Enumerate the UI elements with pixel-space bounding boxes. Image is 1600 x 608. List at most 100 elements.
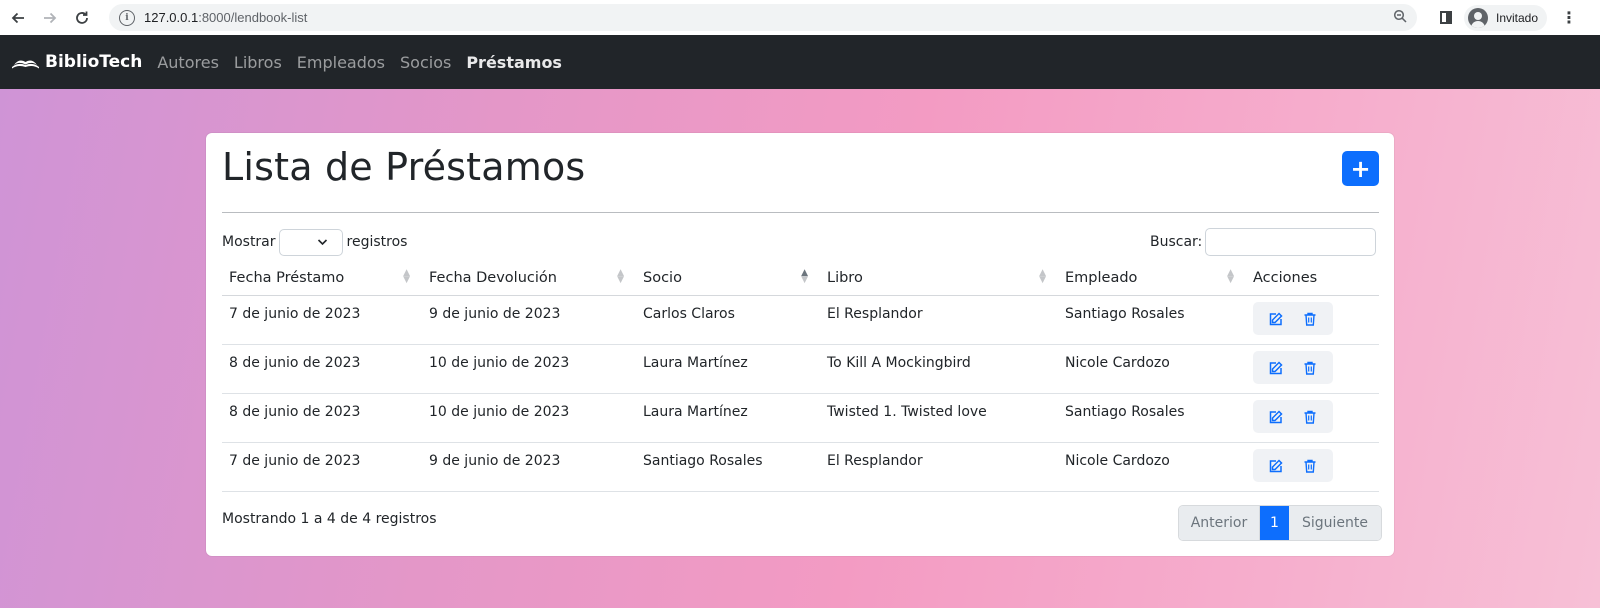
forward-arrow-icon[interactable] xyxy=(36,4,64,32)
table-cell: 10 de junio de 2023 xyxy=(422,344,636,394)
url-path: :8000/lendbook-list xyxy=(198,10,308,25)
table-row: 8 de junio de 2023 10 de junio de 2023 Lau… xyxy=(222,393,1379,443)
page-length-select[interactable] xyxy=(278,228,343,256)
col-header-label: Socio xyxy=(643,269,682,286)
table-cell: 10 de junio de 2023 xyxy=(422,393,636,443)
col-fecha-prestamo[interactable]: Fecha Préstamo ▲ ▼ xyxy=(222,260,422,296)
table-info: Mostrando 1 a 4 de 4 registros xyxy=(222,511,437,527)
table-cell: Nicole Cardozo xyxy=(1058,344,1246,394)
table-cell: 8 de junio de 2023 xyxy=(222,344,422,394)
profile-button[interactable]: Invitado xyxy=(1464,4,1548,31)
actions-group xyxy=(1253,400,1333,433)
zoom-icon[interactable] xyxy=(1393,9,1407,27)
table-cell: Santiago Rosales xyxy=(1058,295,1246,345)
site-info-icon[interactable]: i xyxy=(119,9,135,26)
table-cell: 8 de junio de 2023 xyxy=(222,393,422,443)
row-actions xyxy=(1246,295,1379,345)
col-header-label: Empleado xyxy=(1065,269,1138,286)
pagination-prev-button[interactable]: Anterior xyxy=(1179,506,1260,540)
edit-icon[interactable] xyxy=(1264,356,1288,380)
edit-icon[interactable] xyxy=(1264,307,1288,331)
table-cell: 7 de junio de 2023 xyxy=(222,442,422,492)
col-acciones: Acciones xyxy=(1246,260,1379,296)
col-header-label: Libro xyxy=(827,269,863,286)
table-row: 7 de junio de 2023 9 de junio de 2023 Sant… xyxy=(222,442,1379,492)
trash-icon[interactable] xyxy=(1298,454,1322,478)
length-prefix-label: Mostrar xyxy=(222,234,276,250)
table-header-row: Fecha Préstamo ▲ ▼ Fecha Devolución ▲ ▼ Soci… xyxy=(222,260,1379,296)
length-suffix-label: registros xyxy=(346,234,408,250)
url-text[interactable]: 127.0.0.1:8000/lendbook-list xyxy=(144,10,307,25)
page-length-control: Mostrar registros xyxy=(222,228,407,256)
plus-icon: + xyxy=(1350,154,1371,183)
table-cell: Laura Martínez xyxy=(636,344,820,394)
col-libro[interactable]: Libro ▲ ▼ xyxy=(820,260,1058,296)
search-control: Buscar: xyxy=(1150,228,1377,256)
table-cell: El Resplandor xyxy=(820,442,1058,492)
app-navbar: BiblioTech Autores Libros Empleados Soci… xyxy=(0,35,1600,89)
brand-link[interactable]: BiblioTech xyxy=(11,52,142,72)
divider xyxy=(222,212,1379,213)
avatar-icon xyxy=(1468,7,1488,28)
sort-asc-icon: ▲ ▼ xyxy=(801,268,808,285)
col-header-label: Fecha Préstamo xyxy=(229,269,345,286)
more-menu-icon[interactable]: ⋮ xyxy=(1561,9,1577,26)
pagination-page-1[interactable]: 1 xyxy=(1260,506,1289,540)
search-label: Buscar: xyxy=(1150,234,1203,250)
sort-icon: ▲ ▼ xyxy=(1039,268,1046,285)
table-cell: 9 de junio de 2023 xyxy=(422,442,636,492)
sort-icon: ▲ ▼ xyxy=(403,268,410,285)
row-actions xyxy=(1246,344,1379,394)
address-bar[interactable]: i 127.0.0.1:8000/lendbook-list xyxy=(109,4,1417,31)
actions-group xyxy=(1253,302,1333,335)
table-row: 7 de junio de 2023 9 de junio de 2023 Carl… xyxy=(222,295,1379,345)
actions-group xyxy=(1253,449,1333,482)
trash-icon[interactable] xyxy=(1298,405,1322,429)
table-cell: Twisted 1. Twisted love xyxy=(820,393,1058,443)
col-header-label: Fecha Devolución xyxy=(429,269,557,286)
back-arrow-icon[interactable] xyxy=(4,4,32,32)
col-fecha-devolucion[interactable]: Fecha Devolución ▲ ▼ xyxy=(422,260,636,296)
table-cell: Santiago Rosales xyxy=(1058,393,1246,443)
nav-link-socios[interactable]: Socios xyxy=(400,53,451,72)
loans-table: Fecha Préstamo ▲ ▼ Fecha Devolución ▲ ▼ Soci… xyxy=(222,260,1379,492)
table-cell: Santiago Rosales xyxy=(636,442,820,492)
nav-link-prestamos[interactable]: Préstamos xyxy=(466,53,562,72)
url-host: 127.0.0.1 xyxy=(144,10,199,25)
table-cell: 9 de junio de 2023 xyxy=(422,295,636,345)
table-cell: 7 de junio de 2023 xyxy=(222,295,422,345)
chevron-down-icon xyxy=(317,233,328,254)
sort-icon: ▲ ▼ xyxy=(617,268,624,285)
reload-icon[interactable] xyxy=(68,4,96,32)
brand-name: BiblioTech xyxy=(45,52,143,72)
table-cell: El Resplandor xyxy=(820,295,1058,345)
add-loan-button[interactable]: + xyxy=(1342,151,1379,186)
edit-icon[interactable] xyxy=(1264,454,1288,478)
col-empleado[interactable]: Empleado ▲ ▼ xyxy=(1058,260,1246,296)
trash-icon[interactable] xyxy=(1298,307,1322,331)
loans-card: Lista de Préstamos + Mostrar registros B… xyxy=(206,133,1394,556)
col-header-label: Acciones xyxy=(1253,269,1318,286)
table-cell: To Kill A Mockingbird xyxy=(820,344,1058,394)
col-socio[interactable]: Socio ▲ ▼ xyxy=(636,260,820,296)
trash-icon[interactable] xyxy=(1298,356,1322,380)
sort-icon: ▲ ▼ xyxy=(1227,268,1234,285)
table-cell: Nicole Cardozo xyxy=(1058,442,1246,492)
nav-link-empleados[interactable]: Empleados xyxy=(297,53,385,72)
pagination: Anterior 1 Siguiente xyxy=(1178,505,1382,541)
table-cell: Carlos Claros xyxy=(636,295,820,345)
browser-toolbar: i 127.0.0.1:8000/lendbook-list Invitado … xyxy=(0,0,1600,36)
search-input[interactable] xyxy=(1205,228,1377,256)
nav-link-autores[interactable]: Autores xyxy=(157,53,219,72)
side-panel-icon[interactable] xyxy=(1440,11,1452,24)
edit-icon[interactable] xyxy=(1264,405,1288,429)
nav-link-libros[interactable]: Libros xyxy=(234,53,282,72)
pagination-next-button[interactable]: Siguiente xyxy=(1289,506,1381,540)
table-row: 8 de junio de 2023 10 de junio de 2023 Lau… xyxy=(222,344,1379,394)
row-actions xyxy=(1246,393,1379,443)
profile-label: Invitado xyxy=(1496,10,1539,25)
table-cell: Laura Martínez xyxy=(636,393,820,443)
book-open-icon xyxy=(12,60,39,69)
row-actions xyxy=(1246,442,1379,492)
page-title: Lista de Préstamos xyxy=(222,145,586,189)
